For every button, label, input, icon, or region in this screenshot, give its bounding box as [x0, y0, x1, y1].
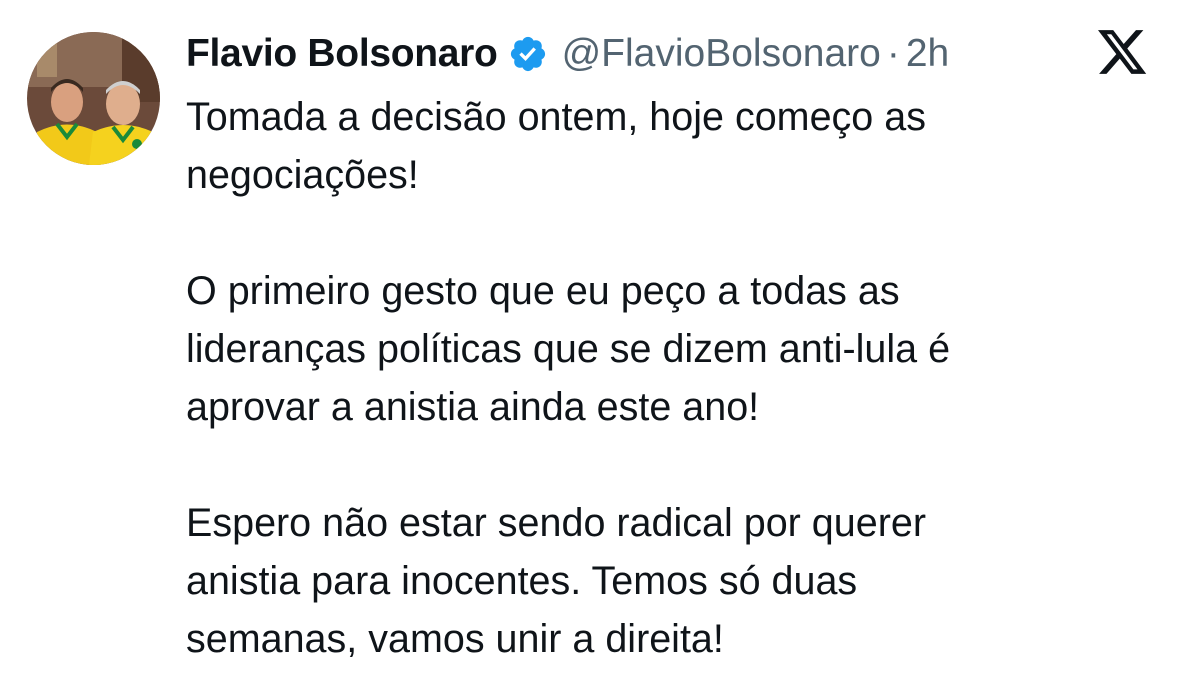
tweet-line: O primeiro gesto que eu peço a todas as	[186, 269, 900, 313]
verified-badge-icon	[508, 34, 548, 74]
author-handle[interactable]: @FlavioBolsonaro	[562, 32, 881, 76]
tweet-line: Tomada a decisão ontem, hoje começo as	[186, 95, 926, 139]
tweet-text: Tomada a decisão ontem, hoje começo as n…	[186, 88, 1146, 668]
tweet-line: anistia para inocentes. Temos só duas	[186, 559, 858, 603]
tweet-header: Flavio Bolsonaro @FlavioBolsonaro · 2h	[186, 26, 949, 82]
timestamp[interactable]: 2h	[906, 32, 949, 76]
tweet-line: semanas, vamos unir a direita!	[186, 617, 724, 661]
tweet-card[interactable]: Flavio Bolsonaro @FlavioBolsonaro · 2h T…	[0, 0, 1179, 679]
author-name[interactable]: Flavio Bolsonaro	[186, 32, 498, 76]
tweet-line: lideranças políticas que se dizem anti-l…	[186, 327, 951, 371]
tweet-line: Espero não estar sendo radical por quere…	[186, 501, 926, 545]
x-logo-icon	[1098, 30, 1148, 76]
tweet-line: negociações!	[186, 153, 419, 197]
tweet-line: aprovar a anistia ainda este ano!	[186, 385, 760, 429]
separator-dot: ·	[886, 32, 900, 75]
avatar[interactable]	[27, 32, 160, 165]
